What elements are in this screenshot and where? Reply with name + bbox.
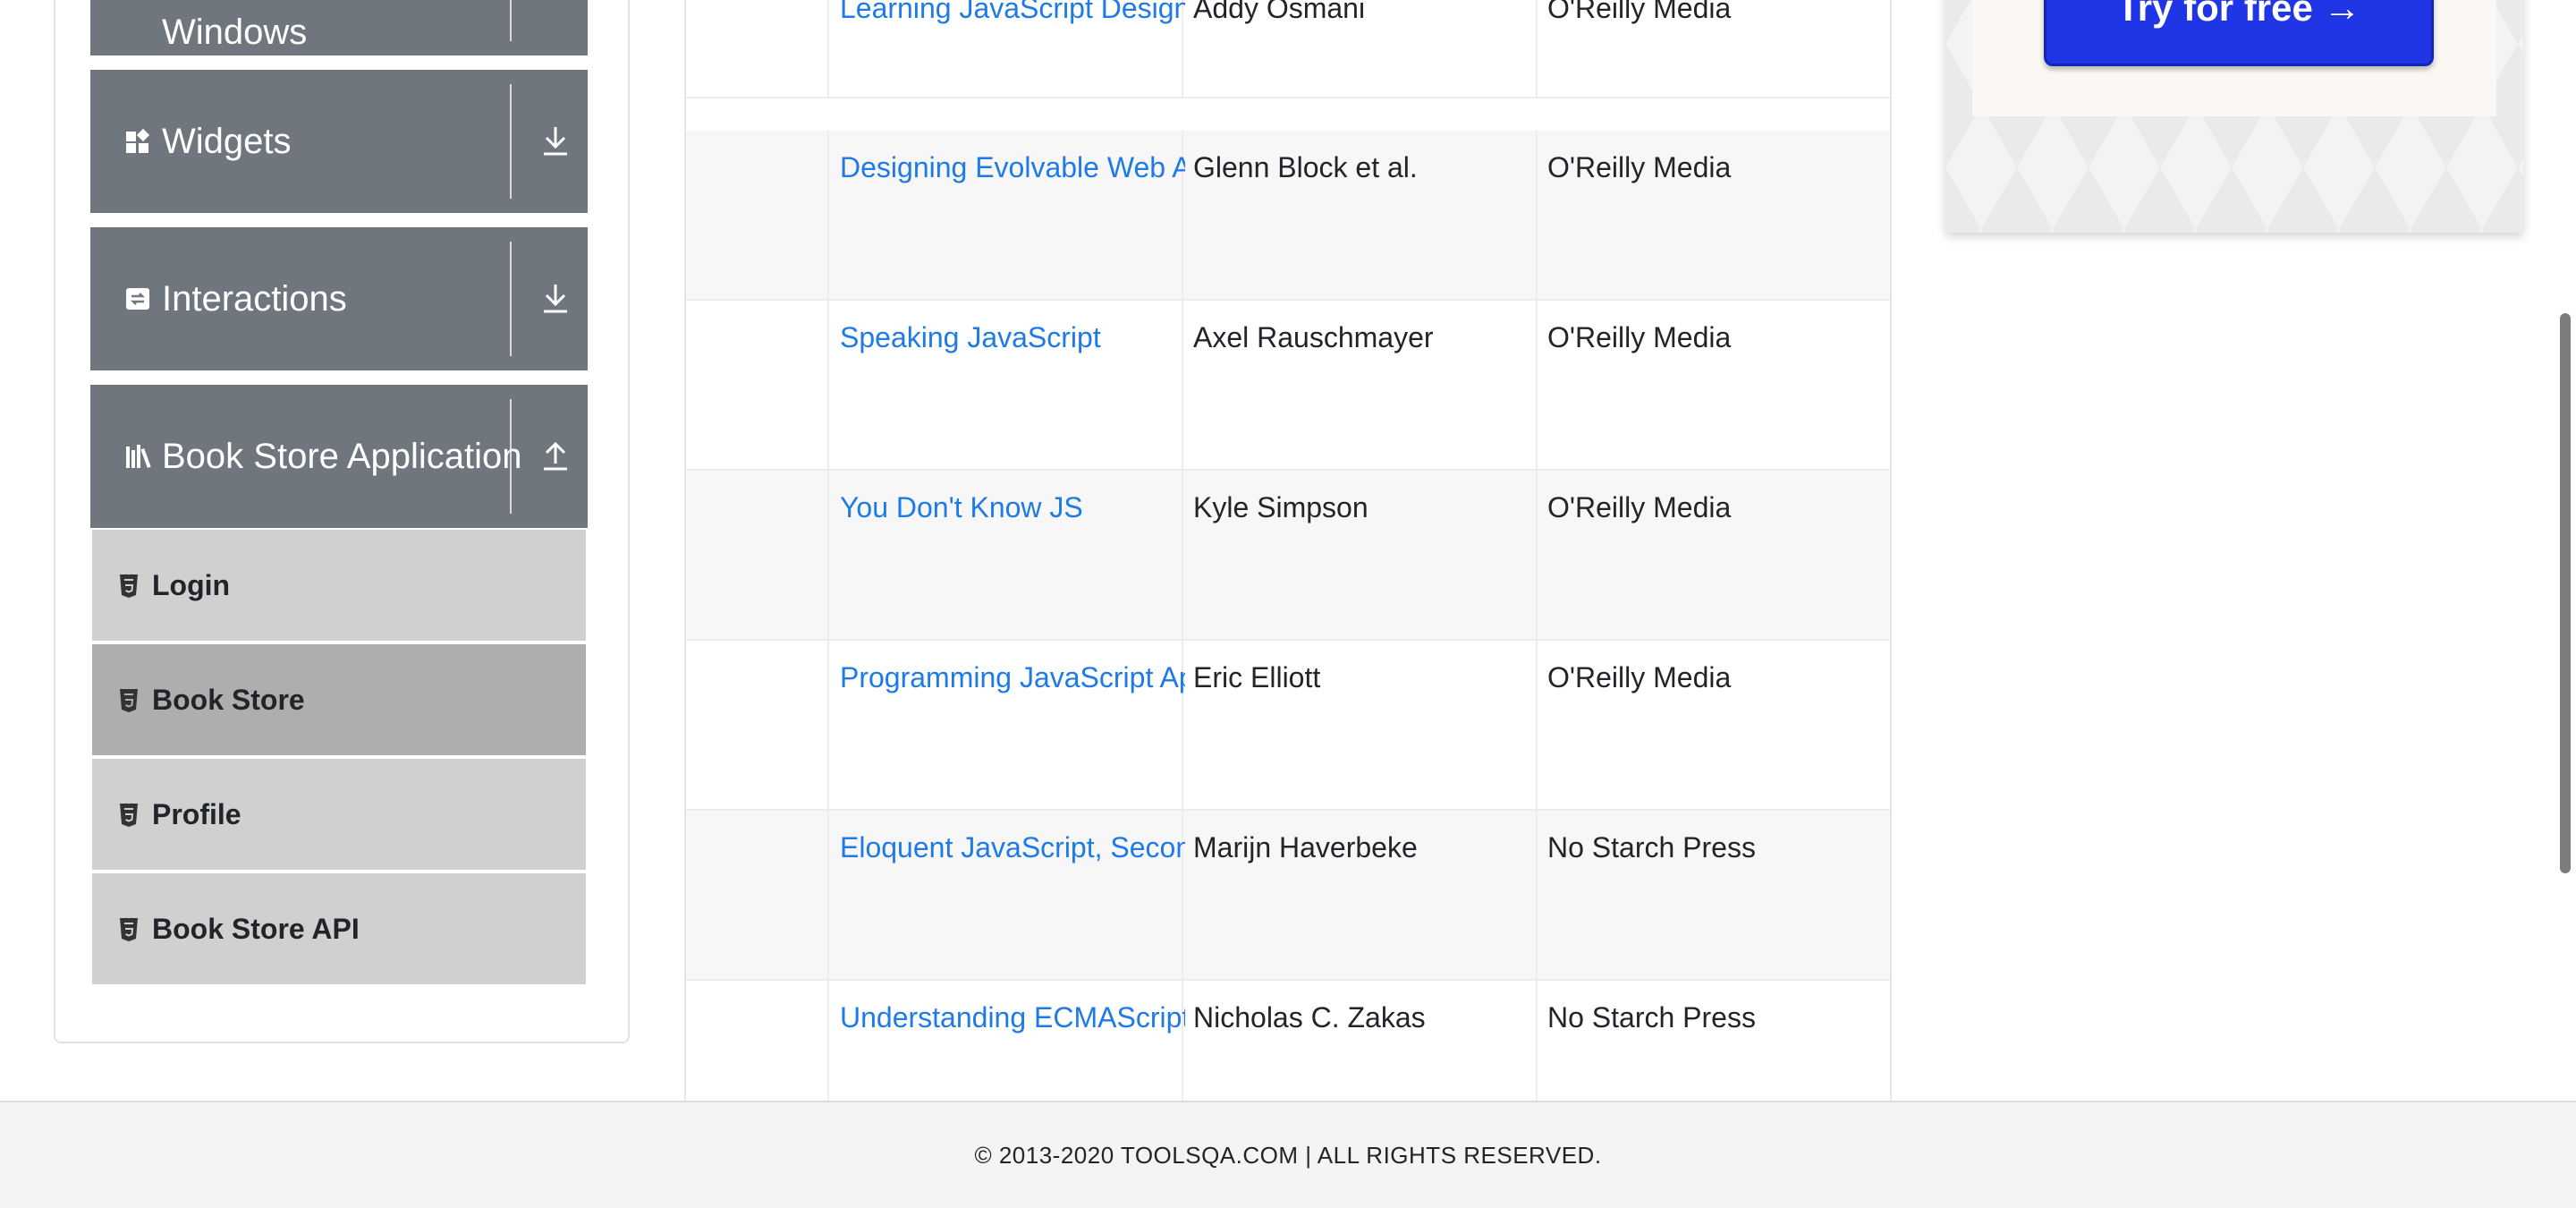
- download-arrow-icon[interactable]: [538, 123, 573, 159]
- group-header-book-store-application[interactable]: Book Store Application: [90, 385, 588, 528]
- interactions-icon: [124, 285, 151, 312]
- group-divider: [510, 0, 512, 41]
- group-divider: [510, 242, 512, 356]
- table-row: Programming JavaScript Applications Eric…: [686, 641, 1890, 811]
- page: Windows Widgets Interactions Book Store …: [0, 0, 2576, 1208]
- html5-icon: [118, 916, 140, 941]
- menu-item-book-store[interactable]: Book Store: [92, 644, 586, 755]
- book-publisher: No Starch Press: [1547, 831, 1756, 863]
- group-label: Interactions: [162, 279, 347, 319]
- table-row: Eloquent JavaScript, Second Edition Mari…: [686, 811, 1890, 981]
- group-header-alerts-frame-windows[interactable]: Windows: [90, 0, 588, 55]
- book-title-link[interactable]: Learning JavaScript Design Patterns: [840, 0, 1185, 25]
- advertisement-banner[interactable]: Try for free →: [1945, 0, 2523, 233]
- footer-copyright: © 2013-2020 TOOLSQA.COM | ALL RIGHTS RES…: [974, 1141, 1602, 1169]
- try-for-free-button[interactable]: Try for free →: [2044, 0, 2434, 66]
- group-header-widgets[interactable]: Widgets: [90, 70, 588, 213]
- book-title-link[interactable]: Speaking JavaScript: [840, 320, 1185, 354]
- book-author: Eric Elliott: [1193, 661, 1321, 693]
- group-divider: [510, 84, 512, 199]
- group-header-interactions[interactable]: Interactions: [90, 227, 588, 370]
- table-row: Speaking JavaScript Axel Rauschmayer O'R…: [686, 301, 1890, 471]
- menu-item-label: Book Store: [152, 683, 305, 716]
- column-divider: [1536, 981, 1538, 1101]
- book-author: Marijn Haverbeke: [1193, 831, 1418, 863]
- menu-item-label: Login: [152, 568, 231, 601]
- book-publisher: O'Reilly Media: [1547, 491, 1732, 523]
- widgets-icon: [124, 128, 151, 155]
- book-publisher: No Starch Press: [1547, 1001, 1756, 1034]
- footer: © 2013-2020 TOOLSQA.COM | ALL RIGHTS RES…: [0, 1101, 2576, 1208]
- html5-icon: [118, 687, 140, 712]
- book-title-link[interactable]: Understanding ECMAScript 6: [840, 1000, 1185, 1034]
- column-divider: [827, 301, 829, 469]
- book-author: Nicholas C. Zakas: [1193, 1001, 1426, 1034]
- group-divider: [510, 399, 512, 514]
- book-title-link[interactable]: Designing Evolvable Web APIs with ASP.NE…: [840, 150, 1185, 184]
- menu-item-profile[interactable]: Profile: [92, 759, 586, 870]
- column-divider: [1182, 981, 1183, 1101]
- table-row: You Don't Know JS Kyle Simpson O'Reilly …: [686, 471, 1890, 641]
- table-row: Understanding ECMAScript 6 Nicholas C. Z…: [686, 981, 1890, 1101]
- book-author: Addy Osmani: [1193, 0, 1366, 24]
- books-table: Learning JavaScript Design Patterns Addy…: [684, 0, 1892, 1101]
- book-title-link[interactable]: Programming JavaScript Applications: [840, 660, 1185, 694]
- table-row: Learning JavaScript Design Patterns Addy…: [686, 0, 1890, 98]
- book-publisher: O'Reilly Media: [1547, 0, 1732, 24]
- menu-item-book-store-api[interactable]: Book Store API: [92, 873, 586, 984]
- group-label: Widgets: [162, 122, 292, 161]
- book-title-link[interactable]: Eloquent JavaScript, Second Edition: [840, 830, 1185, 864]
- book-publisher: O'Reilly Media: [1547, 321, 1732, 353]
- column-divider: [827, 471, 829, 639]
- group-label: Book Store Application: [162, 437, 522, 476]
- book-title-link[interactable]: You Don't Know JS: [840, 490, 1185, 524]
- column-divider: [827, 981, 829, 1101]
- column-divider: [827, 131, 829, 299]
- book-publisher: O'Reilly Media: [1547, 661, 1732, 693]
- group-label: Windows: [162, 13, 308, 52]
- menu-item-label: Profile: [152, 797, 242, 830]
- vertical-scrollbar-thumb[interactable]: [2560, 313, 2571, 873]
- book-author: Axel Rauschmayer: [1193, 321, 1434, 353]
- column-divider: [827, 641, 829, 809]
- upload-arrow-icon[interactable]: [538, 438, 573, 474]
- book-author: Glenn Block et al.: [1193, 151, 1418, 183]
- menu-item-label: Book Store API: [152, 912, 360, 945]
- column-divider: [827, 0, 829, 97]
- menu-item-login[interactable]: Login: [92, 530, 586, 641]
- books-icon: [124, 443, 151, 470]
- table-row: Designing Evolvable Web APIs with ASP.NE…: [686, 131, 1890, 301]
- book-author: Kyle Simpson: [1193, 491, 1368, 523]
- download-arrow-icon[interactable]: [538, 281, 573, 317]
- html5-icon: [118, 573, 140, 598]
- html5-icon: [118, 802, 140, 827]
- column-divider: [827, 811, 829, 979]
- book-publisher: O'Reilly Media: [1547, 151, 1732, 183]
